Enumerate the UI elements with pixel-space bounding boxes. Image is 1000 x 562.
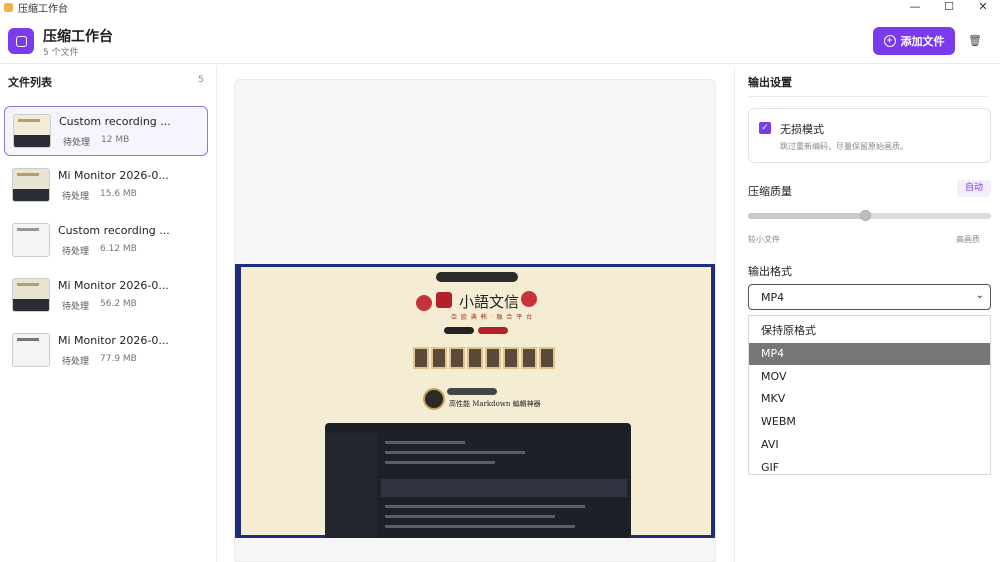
preview-nav-bar <box>436 272 518 282</box>
format-option[interactable]: 保持原格式 <box>749 320 990 342</box>
file-status: 待处理 <box>62 192 90 202</box>
lossless-mode-card[interactable]: ✓ 无损模式 跳过重新编码，尽量保留原始画质。 <box>748 108 991 163</box>
file-item[interactable]: Mi Monitor 2026-0... 待处理 56.2 MB <box>4 271 208 321</box>
file-status: 待处理 <box>62 357 90 367</box>
file-size: 56.2 MB <box>100 299 137 309</box>
format-label: 输出格式 <box>748 265 792 278</box>
file-name: Mi Monitor 2026-0... <box>58 279 169 292</box>
format-options-list: 保持原格式 MP4 MOV MKV WEBM AVI GIF <box>748 315 991 475</box>
file-name: Mi Monitor 2026-0... <box>58 334 169 347</box>
close-icon[interactable]: ✕ <box>966 0 1000 14</box>
chevron-down-icon: ⌄ <box>975 290 984 301</box>
format-option[interactable]: GIF <box>749 457 990 479</box>
minimize-icon[interactable]: — <box>898 0 932 14</box>
file-thumbnail <box>12 333 50 367</box>
quality-slider-thumb[interactable] <box>859 210 871 221</box>
divider <box>748 96 990 97</box>
preview-cards <box>413 347 555 369</box>
file-size: 6.12 MB <box>100 244 137 254</box>
preview-tagline: 高性能 Markdown 編輯神器 <box>449 400 541 408</box>
preview-frame: 小語文信 亞 欧 典 韩 · 融 合 平 台 高性能 Markdown 編輯神器 <box>241 267 711 538</box>
add-file-label: 添加文件 <box>900 36 945 48</box>
plus-icon: + <box>883 35 896 47</box>
format-option[interactable]: WEBM <box>749 411 990 433</box>
file-name: Mi Monitor 2026-0... <box>58 169 169 182</box>
file-name: Custom recording ... <box>59 115 171 128</box>
format-option[interactable]: MOV <box>749 366 990 388</box>
file-item[interactable]: Custom recording ... 待处理 6.12 MB <box>4 216 208 266</box>
file-status: 待处理 <box>62 302 90 312</box>
file-name: Custom recording ... <box>58 224 170 237</box>
format-option[interactable]: AVI <box>749 434 990 456</box>
preview-panel: 小語文信 亞 欧 典 韩 · 融 合 平 台 高性能 Markdown 編輯神器 <box>234 79 716 562</box>
app-logo-icon <box>8 28 34 54</box>
file-list-panel: 文件列表 5 Custom recording ... 待处理 12 MB Mi… <box>0 66 217 562</box>
file-list-title: 文件列表 <box>8 76 52 89</box>
format-select[interactable]: MP4 ⌄ <box>748 284 991 310</box>
quality-label: 压缩质量 <box>748 185 792 198</box>
file-list-count: 5 <box>198 75 204 85</box>
quality-max-label: 高画质 <box>956 235 980 244</box>
maximize-icon[interactable]: ☐ <box>932 0 966 14</box>
file-thumbnail <box>12 278 50 312</box>
flower-icon <box>521 291 537 307</box>
app-icon <box>4 2 13 12</box>
title-bar: 压缩工作台 — ☐ ✕ <box>0 0 1000 15</box>
output-settings-panel: 输出设置 ✓ 无损模式 跳过重新编码，尽量保留原始画质。 压缩质量 自动 较小文… <box>734 66 1000 562</box>
file-size: 77.9 MB <box>100 354 137 364</box>
preview-buttons <box>444 327 508 334</box>
quality-auto-badge[interactable]: 自动 <box>957 180 991 197</box>
file-size: 12 MB <box>101 135 130 145</box>
file-status: 待处理 <box>63 138 91 148</box>
format-select-value: MP4 <box>761 291 785 304</box>
file-thumbnail <box>12 223 50 257</box>
file-count-subtitle: 5 个文件 <box>43 48 79 58</box>
preview-logo-icon <box>436 292 452 308</box>
flower-icon <box>416 295 432 311</box>
settings-title: 输出设置 <box>748 76 792 89</box>
app-header: 压缩工作台 5 个文件 + 添加文件 🗑 <box>0 16 1000 64</box>
file-item[interactable]: Mi Monitor 2026-0... 待处理 15.6 MB <box>4 161 208 211</box>
file-status: 待处理 <box>62 247 90 257</box>
file-item[interactable]: Mi Monitor 2026-0... 待处理 77.9 MB <box>4 326 208 376</box>
file-thumbnail <box>12 168 50 202</box>
preview-title: 小語文信 <box>459 293 520 311</box>
preview-avatar <box>423 388 445 410</box>
file-size: 15.6 MB <box>100 189 137 199</box>
page-title: 压缩工作台 <box>43 29 113 45</box>
quality-slider-fill <box>748 213 865 219</box>
file-thumbnail <box>13 114 51 148</box>
preview-app-window <box>325 423 631 538</box>
trash-icon[interactable]: 🗑 <box>968 34 982 48</box>
window-title: 压缩工作台 <box>18 3 68 15</box>
lossless-checkbox[interactable]: ✓ <box>759 122 771 134</box>
quality-min-label: 较小文件 <box>748 235 780 244</box>
format-option[interactable]: MKV <box>749 388 990 410</box>
video-preview[interactable]: 小語文信 亞 欧 典 韩 · 融 合 平 台 高性能 Markdown 編輯神器 <box>235 264 715 538</box>
quality-slider[interactable] <box>748 210 991 221</box>
add-file-button[interactable]: + 添加文件 <box>873 27 955 55</box>
preview-subtitle: 亞 欧 典 韩 · 融 合 平 台 <box>451 314 534 321</box>
preview-quote-bubble <box>447 388 497 395</box>
lossless-description: 跳过重新编码，尽量保留原始画质。 <box>780 142 908 151</box>
lossless-label: 无损模式 <box>780 123 824 136</box>
file-item[interactable]: Custom recording ... 待处理 12 MB <box>4 106 208 156</box>
window-controls: — ☐ ✕ <box>898 0 1000 14</box>
format-option[interactable]: MP4 <box>749 342 990 365</box>
